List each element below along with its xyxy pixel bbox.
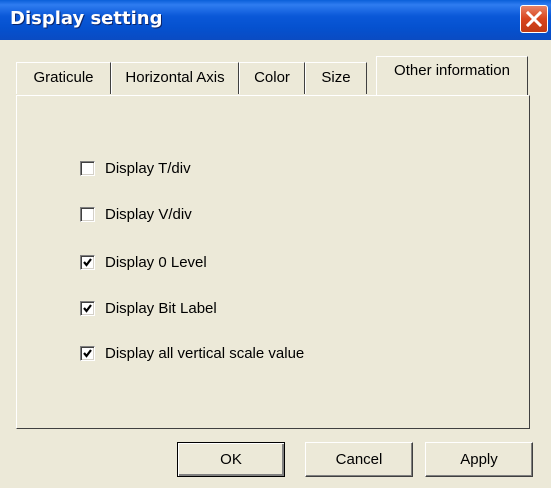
option-label: Display Bit Label bbox=[105, 299, 217, 317]
option-display-t-div[interactable]: Display T/div bbox=[80, 159, 191, 177]
tab-graticule[interactable]: Graticule bbox=[16, 62, 111, 94]
option-label: Display V/div bbox=[105, 205, 192, 223]
option-label: Display T/div bbox=[105, 159, 191, 177]
tab-other-information[interactable]: Other information bbox=[376, 56, 528, 95]
checkbox[interactable] bbox=[80, 254, 95, 270]
tab-label: Color bbox=[254, 69, 290, 86]
option-display-v-div[interactable]: Display V/div bbox=[80, 205, 192, 223]
cancel-button[interactable]: Cancel bbox=[305, 442, 413, 477]
option-display-all-vertical-scale-value[interactable]: Display all vertical scale value bbox=[80, 344, 305, 362]
tab-size[interactable]: Size bbox=[305, 62, 367, 94]
checkbox[interactable] bbox=[80, 160, 95, 176]
close-button[interactable] bbox=[520, 5, 548, 33]
tab-label: Size bbox=[321, 69, 351, 86]
tab-label: Other information bbox=[394, 62, 510, 79]
tab-label: Horizontal Axis bbox=[125, 69, 225, 86]
checkmark-icon bbox=[83, 303, 92, 313]
tab-color[interactable]: Color bbox=[239, 62, 305, 94]
checkmark-icon bbox=[83, 257, 92, 267]
option-label: Display all vertical scale value bbox=[105, 344, 305, 362]
checkmark-icon bbox=[83, 348, 92, 358]
tab-label: Graticule bbox=[33, 69, 94, 86]
apply-button[interactable]: Apply bbox=[425, 442, 533, 477]
checkbox[interactable] bbox=[80, 206, 95, 222]
checkbox[interactable] bbox=[80, 345, 95, 361]
option-display-0-level[interactable]: Display 0 Level bbox=[80, 253, 207, 271]
ok-button[interactable]: OK bbox=[177, 442, 285, 477]
title-bar[interactable]: Display setting bbox=[0, 0, 551, 40]
checkbox[interactable] bbox=[80, 300, 95, 316]
close-icon bbox=[526, 11, 542, 27]
option-display-bit-label[interactable]: Display Bit Label bbox=[80, 299, 217, 317]
window-title: Display setting bbox=[10, 8, 163, 29]
option-label: Display 0 Level bbox=[105, 253, 207, 271]
tab-horizontal-axis[interactable]: Horizontal Axis bbox=[111, 62, 239, 94]
